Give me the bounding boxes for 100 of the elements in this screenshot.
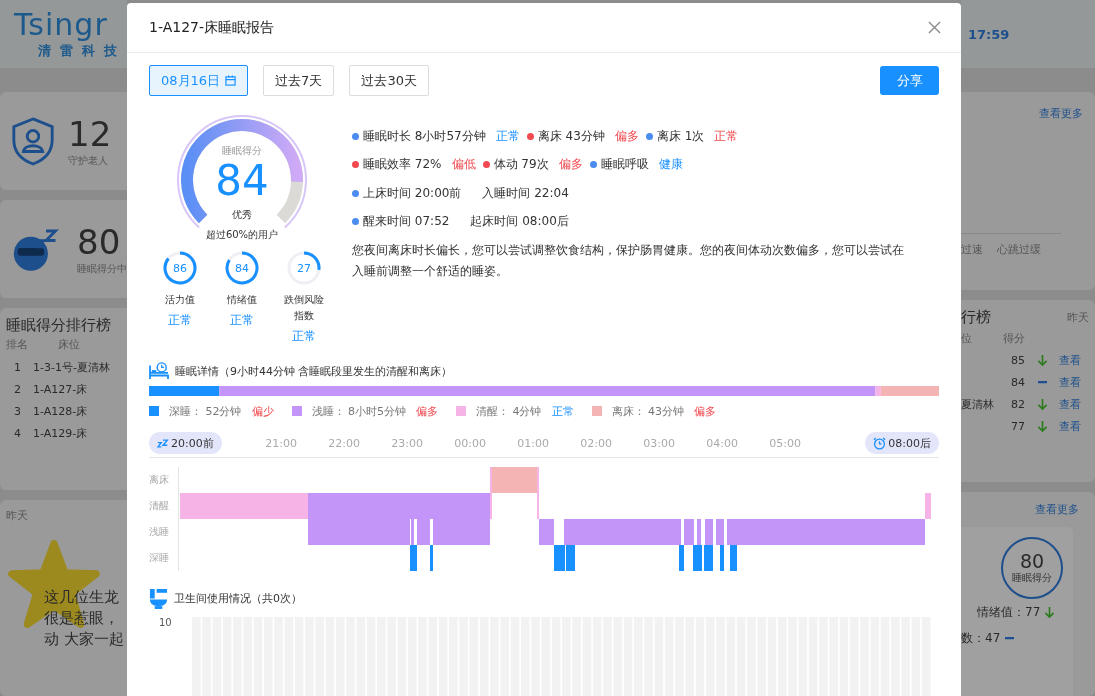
time-tick: 21:00: [264, 436, 299, 450]
fact-text: 上床时间 20:00前: [363, 184, 462, 202]
calendar-icon: [225, 75, 237, 86]
fact-text: 睡眠时长 8小时57分钟: [363, 127, 486, 145]
fact-text: 醒来时间 07:52: [363, 213, 450, 231]
axis-label: 清醒: [149, 499, 170, 513]
percentile-text: 超过60%的用户: [205, 228, 279, 242]
verdict-text: 偏低: [451, 156, 476, 174]
column-header: 得分: [1002, 330, 1025, 346]
score-circle: 80 睡眠得分: [1001, 537, 1063, 599]
verdict-text: 正常: [714, 127, 739, 145]
logo-tagline-char: 雷: [60, 42, 73, 60]
score-value: 77: [1010, 419, 1025, 433]
index-label: 情绪值: [226, 293, 258, 307]
index-ring: 84: [224, 250, 260, 286]
axis-tick-label: 10: [158, 617, 173, 630]
index-ring: 86: [162, 250, 198, 286]
bed-name: 1-A129-床: [33, 425, 88, 441]
verdict-text: 偏多: [614, 127, 639, 145]
legend-label: 深睡： 52分钟: [169, 403, 242, 419]
logo-tagline-char: 科: [82, 42, 95, 60]
verdict-text: 偏多: [416, 403, 438, 419]
time-tick: 02:00: [579, 436, 614, 450]
range-button[interactable]: 过去7天: [263, 65, 335, 96]
index-label: 跌倒风险指数: [283, 293, 325, 323]
time-tick: 22:00: [327, 436, 362, 450]
index-status: 正常: [168, 312, 192, 329]
advice-paragraph: 您夜间离床时长偏长，您可以尝试调整饮食结构，保护肠胃健康。您的夜间体动次数偏多，您可以尝试在入睡前调整一个舒适的睡姿。: [352, 242, 905, 280]
verdict-text: 偏多: [558, 156, 583, 174]
logo-wordmark: Tsingr: [14, 8, 109, 42]
bed-name: 夏清林: [961, 397, 994, 411]
fact-text: 起床时间 08:00后: [470, 213, 569, 231]
alert-tab[interactable]: 心跳过缓: [997, 242, 1041, 257]
bed-name: 1-A128-床: [33, 403, 88, 419]
time-tick: 00:00: [453, 436, 488, 450]
verdict-text: 正常: [551, 403, 574, 419]
view-more-link[interactable]: 查看更多: [1035, 502, 1095, 517]
view-link[interactable]: 查看: [1059, 352, 1081, 368]
rank-number: 4: [14, 426, 21, 440]
ranking-title: 行榜: [961, 308, 991, 327]
range-button[interactable]: 过去30天: [349, 65, 429, 96]
score-value: 82: [1010, 397, 1025, 411]
time-tick: 23:00: [390, 436, 425, 450]
alarm-clock-icon: [873, 436, 887, 450]
fact-text: 入睡时间 22:04: [482, 184, 569, 202]
verdict-text: 正常: [495, 127, 520, 145]
wake-time-pill: 08:00后: [865, 432, 939, 454]
section-title: 卫生间使用情况: [174, 590, 251, 606]
view-link[interactable]: 查看: [1059, 418, 1081, 434]
index-status: 正常: [230, 312, 254, 329]
alert-tab[interactable]: 过速: [961, 242, 983, 257]
bed-clock-icon: [149, 362, 169, 380]
time-tick: 03:00: [642, 436, 677, 450]
stat-value: 80: [77, 222, 122, 262]
metric-text: 数：47: [961, 629, 1001, 647]
zzz-icon: [157, 438, 169, 448]
toilet-icon: [149, 587, 168, 609]
stat-value: 12: [68, 114, 112, 154]
column-header: 床位: [58, 337, 80, 352]
fact-text: 睡眠呼吸: [600, 156, 649, 174]
axis-label: 深睡: [149, 551, 170, 565]
section-note: （共0次）: [251, 590, 302, 606]
verdict-text: 偏少: [251, 403, 274, 419]
shield-person-icon: [10, 116, 56, 166]
axis-label: 离床: [149, 473, 170, 487]
fact-text: 体动 79次: [493, 156, 549, 174]
clock-text: 17:59: [968, 26, 1010, 42]
column-header: 位: [961, 330, 973, 346]
metric-text: 情绪值：77: [977, 603, 1041, 621]
bed-name: 1-A127-床: [33, 381, 88, 397]
dialog-title: 1-A127-床睡眠报告: [149, 18, 274, 37]
legend-label: 清醒： 4分钟: [476, 403, 542, 419]
rank-number: 2: [14, 382, 21, 396]
time-tick: 01:00: [516, 436, 551, 450]
verdict-text: 偏多: [694, 403, 716, 419]
rank-number: 3: [14, 404, 21, 418]
share-button[interactable]: 分享: [880, 66, 939, 95]
date-picker-button[interactable]: 08月16日: [149, 65, 249, 96]
period-label: 昨天: [1067, 310, 1089, 325]
view-link[interactable]: 查看: [1059, 374, 1081, 390]
close-icon[interactable]: [928, 21, 941, 34]
score-value: 84: [1010, 375, 1025, 389]
view-more-link[interactable]: 查看更多: [1039, 106, 1089, 121]
bedtime-pill: 20:00前: [149, 432, 222, 454]
section-title: 睡眠详情: [175, 363, 219, 379]
view-link[interactable]: 查看: [1059, 396, 1081, 412]
legend-label: 离床： 43分钟: [611, 403, 684, 419]
index-ring: 27: [286, 250, 322, 286]
rank-number: 1: [14, 360, 21, 374]
logo-tagline-char: 清: [38, 42, 51, 60]
time-tick: 04:00: [705, 436, 740, 450]
axis-label: 浅睡: [149, 525, 170, 539]
legend-label: 浅睡： 8小时5分钟: [311, 403, 406, 419]
praise-text: 动 大家一起: [44, 629, 121, 650]
logo-tagline-char: 技: [104, 42, 117, 60]
ranking-title: 睡眠得分排行榜: [6, 316, 112, 335]
index-label: 活力值: [164, 293, 196, 307]
section-note: （9小时44分钟 含睡眠段里发生的清醒和离床）: [219, 363, 453, 379]
time-tick: 05:00: [768, 436, 803, 450]
index-status: 正常: [292, 328, 316, 345]
